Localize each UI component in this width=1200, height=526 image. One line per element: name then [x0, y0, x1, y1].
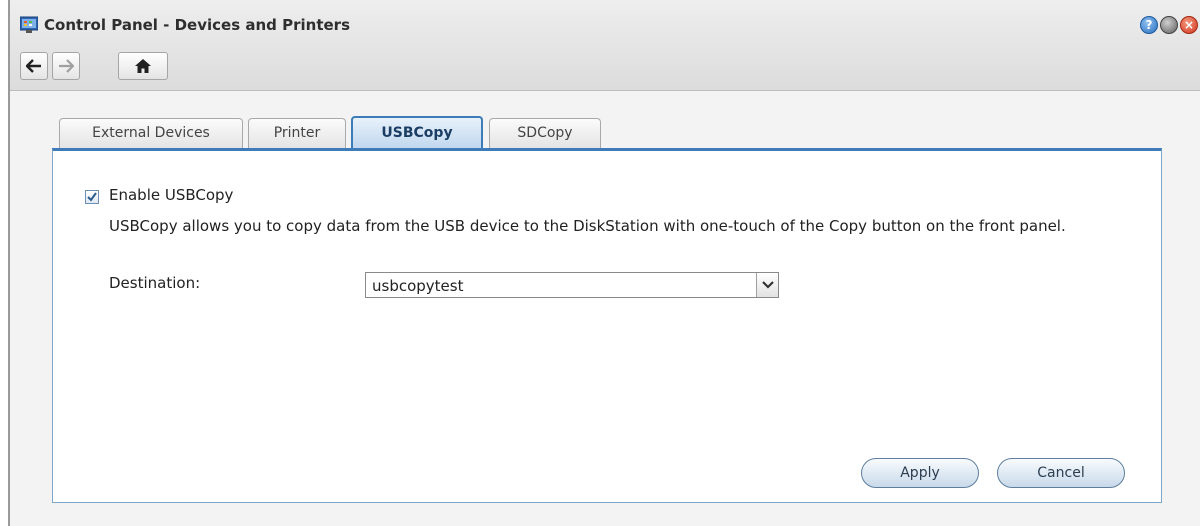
- forward-button[interactable]: [52, 52, 80, 80]
- close-button[interactable]: ×: [1180, 16, 1198, 34]
- checkmark-icon: [87, 192, 97, 202]
- back-button[interactable]: [20, 52, 48, 80]
- home-icon: [135, 59, 151, 73]
- control-panel-window: Control Panel - Devices and Printers ? ×…: [8, 0, 1200, 526]
- help-button[interactable]: ?: [1140, 16, 1158, 34]
- cancel-button[interactable]: Cancel: [997, 458, 1125, 488]
- tab-usbcopy[interactable]: USBCopy: [351, 116, 483, 150]
- control-panel-app-icon: [20, 16, 38, 33]
- arrow-left-icon: [26, 59, 41, 73]
- tab-external-devices[interactable]: External Devices: [59, 118, 243, 148]
- arrow-right-icon: [59, 59, 74, 73]
- title-bar: Control Panel - Devices and Printers ? ×: [10, 0, 1200, 91]
- apply-button[interactable]: Apply: [861, 458, 979, 488]
- tab-printer[interactable]: Printer: [248, 118, 346, 148]
- usbcopy-description: USBCopy allows you to copy data from the…: [109, 217, 1066, 235]
- home-button[interactable]: [118, 52, 168, 80]
- chevron-down-icon: [762, 281, 774, 289]
- tab-sdcopy[interactable]: SDCopy: [489, 118, 601, 148]
- destination-value: usbcopytest: [372, 277, 464, 295]
- destination-select[interactable]: usbcopytest: [365, 272, 779, 298]
- usbcopy-panel: Enable USBCopy USBCopy allows you to cop…: [52, 148, 1162, 503]
- enable-usbcopy-checkbox[interactable]: [85, 190, 99, 204]
- window-title: Control Panel - Devices and Printers: [44, 16, 351, 34]
- dropdown-toggle[interactable]: [756, 273, 778, 297]
- destination-label: Destination:: [109, 274, 201, 292]
- enable-usbcopy-label[interactable]: Enable USBCopy: [109, 186, 233, 204]
- minimize-button[interactable]: [1160, 16, 1178, 34]
